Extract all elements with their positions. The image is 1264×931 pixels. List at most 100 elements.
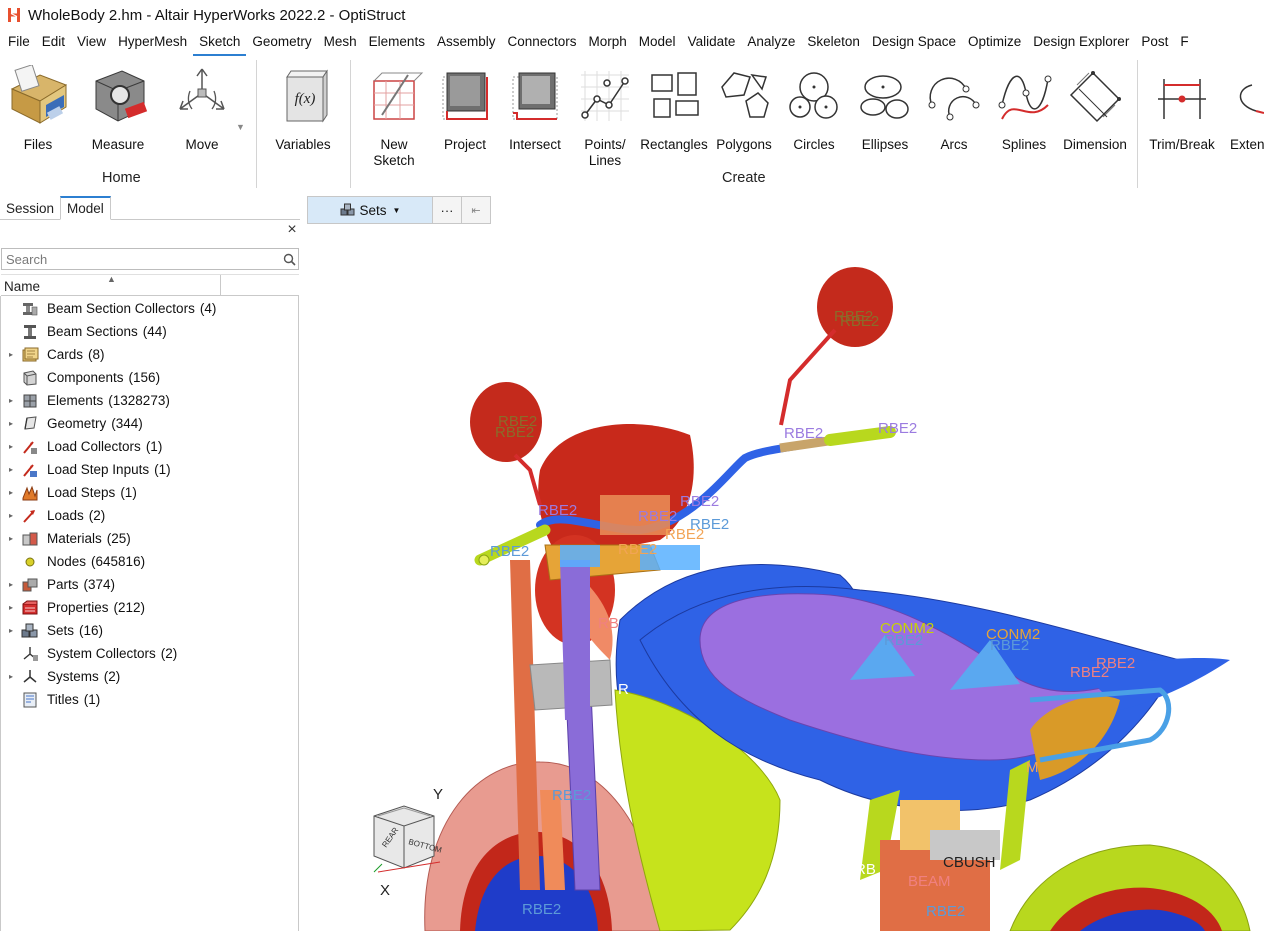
menu-design-space[interactable]: Design Space: [866, 30, 962, 56]
menu-elements[interactable]: Elements: [363, 30, 431, 56]
menu-validate[interactable]: Validate: [682, 30, 742, 56]
collapse-toolbar-icon[interactable]: ⇤: [462, 197, 490, 223]
menu-design-explorer[interactable]: Design Explorer: [1027, 30, 1135, 56]
tree-item-system-collectors[interactable]: System Collectors (2): [1, 642, 299, 665]
menu-morph[interactable]: Morph: [583, 30, 633, 56]
points-lines-button[interactable]: Points/ Lines: [569, 62, 641, 169]
hyperworks-logo-icon: [6, 7, 22, 23]
system-collector-icon: [21, 645, 39, 663]
tree-item-parts[interactable]: ▸ Parts (374): [1, 573, 299, 596]
rbe2-label: RBE2: [495, 424, 534, 441]
variables-button[interactable]: f(x) Variables: [267, 62, 339, 153]
tree-item-loads[interactable]: ▸ Loads (2): [1, 504, 299, 527]
ellipses-label: Ellipses: [861, 137, 909, 152]
expand-arrow-icon[interactable]: ▸: [1, 488, 21, 497]
expand-arrow-icon[interactable]: ▸: [1, 350, 21, 359]
trim-break-button[interactable]: Trim/Break: [1146, 62, 1218, 153]
expand-arrow-icon[interactable]: ▸: [1, 534, 21, 543]
expand-arrow-icon[interactable]: ▸: [1, 603, 21, 612]
project-button[interactable]: Project: [429, 62, 501, 153]
menu-file[interactable]: File: [2, 30, 36, 56]
menu-model[interactable]: Model: [633, 30, 682, 56]
tree-item-load-steps[interactable]: ▸ Load Steps (1): [1, 481, 299, 504]
sort-ascending-icon[interactable]: ▲: [107, 274, 116, 284]
expand-arrow-icon[interactable]: ▸: [1, 580, 21, 589]
tree-item-systems[interactable]: ▸ Systems (2): [1, 665, 299, 688]
tree-item-beam-sections[interactable]: Beam Sections (44): [1, 320, 299, 343]
sets-dropdown-button[interactable]: Sets ▼: [308, 197, 433, 223]
rbe2-label: RBE2: [1070, 664, 1109, 681]
points-lines-label-1: Points/: [584, 137, 626, 152]
menu-mesh[interactable]: Mesh: [318, 30, 363, 56]
menu-assembly[interactable]: Assembly: [431, 30, 502, 56]
tab-session[interactable]: Session: [0, 198, 60, 219]
menu-optimize[interactable]: Optimize: [962, 30, 1027, 56]
extend-button[interactable]: Exten: [1216, 62, 1264, 153]
tree-item-components[interactable]: Components (156): [1, 366, 299, 389]
tree-item-sets[interactable]: ▸ Sets (16): [1, 619, 299, 642]
more-options-button[interactable]: ···: [433, 197, 462, 223]
search-input[interactable]: [2, 249, 280, 269]
menu-post[interactable]: Post: [1135, 30, 1174, 56]
dimension-button[interactable]: Dimension: [1059, 62, 1131, 153]
tab-model[interactable]: Model: [60, 196, 111, 220]
circles-button[interactable]: Circles: [778, 62, 850, 153]
tree-item-load-step-inputs[interactable]: ▸ Load Step Inputs (1): [1, 458, 299, 481]
expand-arrow-icon[interactable]: ▸: [1, 465, 21, 474]
expand-arrow-icon[interactable]: ▸: [1, 419, 21, 428]
tree-item-load-collectors[interactable]: ▸ Load Collectors (1): [1, 435, 299, 458]
panel-close-icon[interactable]: ×: [284, 222, 300, 238]
files-button[interactable]: Files: [2, 62, 74, 153]
expand-arrow-icon[interactable]: ▸: [1, 672, 21, 681]
splines-button[interactable]: Splines: [988, 62, 1060, 153]
graphics-viewport[interactable]: REAR BOTTOM Y X RBE2 RBE2 RBE2 RBE2 RBE2…: [300, 196, 1264, 931]
new-sketch-button[interactable]: New Sketch: [358, 62, 430, 169]
tree-item-materials[interactable]: ▸ Materials (25): [1, 527, 299, 550]
polygons-button[interactable]: Polygons: [708, 62, 780, 153]
tree-item-count: (2): [88, 508, 106, 523]
expand-arrow-icon[interactable]: ▸: [1, 511, 21, 520]
tree-item-count: (2): [103, 669, 121, 684]
menu-hypermesh[interactable]: HyperMesh: [112, 30, 193, 56]
title-bar: WholeBody 2.hm - Altair HyperWorks 2022.…: [0, 0, 1264, 30]
expand-arrow-icon[interactable]: ▸: [1, 396, 21, 405]
tree-item-label: Beam Section Collectors: [47, 301, 195, 316]
circles-label: Circles: [793, 137, 835, 152]
search-icon[interactable]: [280, 250, 298, 268]
tree-item-properties[interactable]: ▸ Properties (212): [1, 596, 299, 619]
column-name-header[interactable]: Name: [4, 279, 40, 294]
menu-analyze[interactable]: Analyze: [741, 30, 801, 56]
tree-item-beam-section-collectors[interactable]: Beam Section Collectors (4): [1, 297, 299, 320]
rbe2-label: RBE2: [840, 313, 879, 330]
project-icon: [433, 62, 497, 130]
move-dropdown-icon[interactable]: ▼: [236, 122, 245, 132]
tree-item-nodes[interactable]: Nodes (645816): [1, 550, 299, 573]
rbe2-label: RBE2: [926, 903, 965, 920]
expand-arrow-icon[interactable]: ▸: [1, 626, 21, 635]
expand-arrow-icon[interactable]: ▸: [1, 442, 21, 451]
tree-item-titles[interactable]: Titles (1): [1, 688, 299, 711]
tree-item-geometry[interactable]: ▸ Geometry (344): [1, 412, 299, 435]
move-button[interactable]: Move: [166, 62, 238, 153]
rbe2-label: RBE2: [552, 787, 591, 804]
ribbon-separator: [1137, 60, 1138, 188]
menu-view[interactable]: View: [71, 30, 112, 56]
menu-geometry[interactable]: Geometry: [246, 30, 317, 56]
menu-f[interactable]: F: [1174, 30, 1194, 56]
measure-button[interactable]: Measure: [82, 62, 154, 153]
tree-item-cards[interactable]: ▸ Cards (8): [1, 343, 299, 366]
ellipses-button[interactable]: Ellipses: [849, 62, 921, 153]
menu-edit[interactable]: Edit: [36, 30, 71, 56]
intersect-button[interactable]: Intersect: [499, 62, 571, 153]
rbe2-label: RBE2: [884, 632, 923, 649]
column-divider[interactable]: [220, 275, 221, 296]
arcs-button[interactable]: Arcs: [918, 62, 990, 153]
rectangles-button[interactable]: Rectangles: [638, 62, 710, 153]
menu-connectors[interactable]: Connectors: [501, 30, 582, 56]
m-label: M: [1026, 759, 1039, 776]
menu-skeleton[interactable]: Skeleton: [801, 30, 866, 56]
tree-item-elements[interactable]: ▸ Elements (1328273): [1, 389, 299, 412]
tree-item-count: (212): [113, 600, 146, 615]
menu-sketch[interactable]: Sketch: [193, 30, 247, 56]
r-label: R: [618, 681, 629, 698]
